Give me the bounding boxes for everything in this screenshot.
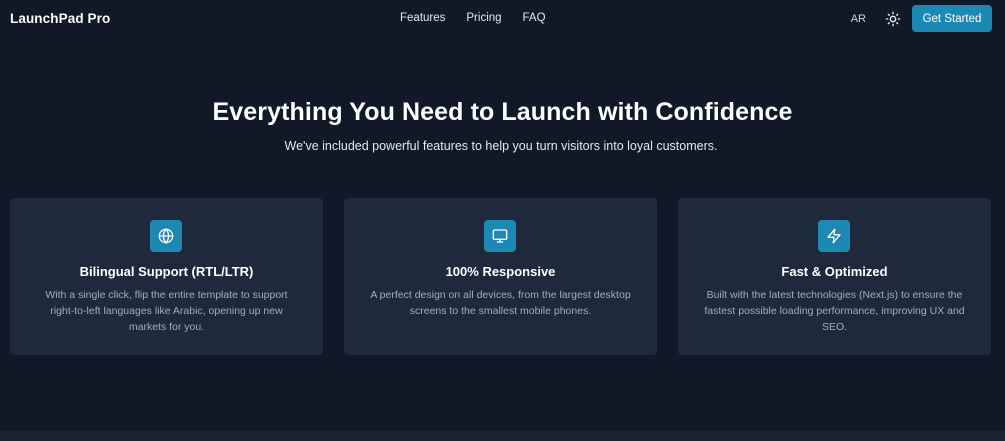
feature-card-performance: Fast & Optimized Built with the latest t… (678, 198, 991, 355)
feature-icon-badge (818, 220, 850, 252)
feature-description: With a single click, flip the entire tem… (45, 289, 288, 333)
feature-description: Built with the latest technologies (Next… (704, 289, 965, 333)
feature-icon-badge (484, 220, 516, 252)
theme-toggle-button[interactable] (884, 10, 902, 28)
next-section-edge (0, 431, 1005, 441)
feature-title: Fast & Optimized (781, 264, 888, 279)
nav-links: Features Pricing FAQ (400, 12, 567, 24)
zap-icon (827, 228, 841, 244)
monitor-icon (492, 229, 508, 243)
hero-title: Everything You Need to Launch with Confi… (212, 98, 793, 126)
navbar: LaunchPad Pro Features Pricing FAQ AR Ge… (0, 0, 1005, 38)
feature-icon-badge (150, 220, 182, 252)
get-started-button[interactable]: Get Started (912, 5, 992, 32)
feature-title: 100% Responsive (445, 264, 556, 279)
sun-icon (885, 11, 901, 26)
landing-page: LaunchPad Pro Features Pricing FAQ AR Ge… (0, 0, 1005, 441)
feature-description: A perfect design on all devices, from th… (370, 289, 631, 317)
feature-title: Bilingual Support (RTL/LTR) (79, 264, 254, 279)
nav-link-pricing[interactable]: Pricing (466, 12, 501, 24)
feature-card-bilingual: Bilingual Support (RTL/LTR) With a singl… (10, 198, 323, 355)
nav-link-features[interactable]: Features (400, 12, 445, 24)
nav-actions: AR Get Started (851, 5, 992, 32)
brand-logo[interactable]: LaunchPad Pro (10, 11, 110, 26)
globe-icon (158, 228, 174, 244)
feature-card-responsive: 100% Responsive A perfect design on all … (344, 198, 657, 355)
nav-link-faq[interactable]: FAQ (523, 12, 546, 24)
hero-subtitle: We've included powerful features to help… (284, 139, 718, 153)
language-toggle[interactable]: AR (851, 13, 866, 25)
